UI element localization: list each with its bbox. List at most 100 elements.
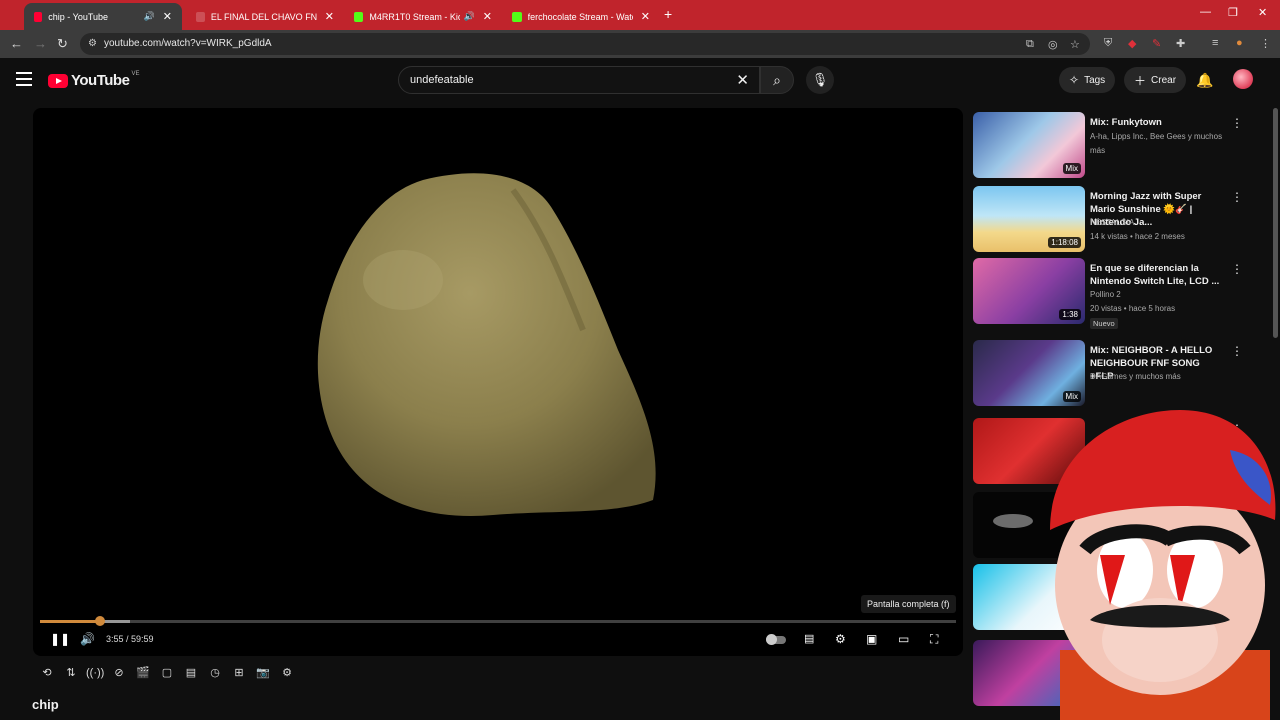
tab-close-icon[interactable]: ✕ (325, 10, 334, 23)
clapper-icon[interactable]: 🎬 (134, 664, 152, 682)
voice-search-button[interactable]: 🎙 (806, 66, 834, 94)
plus-icon: ＋ (1134, 73, 1147, 88)
youtube-favicon-icon (34, 11, 43, 22)
clear-search-icon[interactable]: ✕ (736, 71, 749, 89)
list-item[interactable]: Mix Mix: NEIGHBOR - A HELLO NEIGHBOUR FN… (973, 340, 1263, 406)
list-item[interactable]: 1:38 En que se diferencian la Nintendo S… (973, 258, 1263, 329)
video-player[interactable]: Pantalla completa (f) ❚❚ 🔊 3:55 / 59:59 … (33, 108, 963, 656)
tab-chip[interactable]: chip - YouTube 🔊 ✕ (24, 3, 182, 30)
cast-icon[interactable]: ⧉ (1026, 38, 1034, 51)
video-thumbnail[interactable]: Mix (973, 340, 1085, 406)
youtube-logo[interactable]: YouTube VE (48, 71, 139, 89)
tab-m4rr1t0[interactable]: M4RR1T0 Stream - Kick Da 🔊 ✕ (344, 3, 502, 30)
miniplayer-icon[interactable]: ▣ (866, 632, 877, 646)
minimize-icon[interactable]: — (1200, 6, 1211, 18)
more-options-icon[interactable]: ⋮ (1231, 116, 1243, 130)
sort-icon[interactable]: ⇅ (62, 664, 80, 682)
kick-favicon-icon (354, 11, 364, 22)
tab-chavo[interactable]: EL FINAL DEL CHAVO FNAF (Ch ✕ (186, 3, 344, 30)
search-box[interactable]: undefeatable ✕ (398, 66, 760, 94)
bookmark-star-icon[interactable]: ☆ (1070, 38, 1080, 51)
cinema-icon[interactable]: ▤ (182, 664, 200, 682)
channel-name[interactable]: NESTALGIA (1090, 216, 1134, 230)
volume-icon[interactable]: 🔊 (80, 632, 95, 646)
fullscreen-tooltip: Pantalla completa (f) (861, 595, 956, 613)
channel-name[interactable]: Pollino 2 (1090, 288, 1121, 302)
forward-icon[interactable]: → (34, 36, 47, 51)
close-window-icon[interactable]: ✕ (1258, 6, 1267, 19)
reload-icon[interactable]: ↻ (57, 36, 68, 52)
sidebar-scrollbar[interactable] (1273, 108, 1278, 338)
browser-menu-icon[interactable]: ⋮ (1260, 37, 1271, 50)
notifications-bell-icon[interactable]: 🔔 (1196, 72, 1213, 89)
tab-close-icon[interactable]: ✕ (163, 10, 172, 23)
channel-name[interactable]: DAGames y muchos más (1090, 370, 1181, 384)
tab-title: ferchocolate Stream - Watch Li (527, 11, 633, 22)
speaker-icon[interactable]: 🔊 (144, 11, 155, 22)
loop-icon[interactable]: ⟲ (38, 664, 56, 682)
new-badge: Nuevo (1090, 318, 1118, 329)
wand-icon: ✧ (1069, 73, 1080, 87)
video-stats: 14 k vistas • hace 2 meses (1090, 232, 1185, 241)
toolbar-settings-icon[interactable]: ⚙ (278, 664, 296, 682)
extension-pen-icon[interactable]: ✎ (1152, 37, 1161, 50)
list-item[interactable]: 1:18:08 Morning Jazz with Super Mario Su… (973, 186, 1263, 252)
address-bar-row: ← → ↻ ⚙ youtube.com/watch?v=WIRK_pGdldA … (0, 30, 1280, 58)
video-thumbnail[interactable]: 1:38 (973, 258, 1085, 324)
site-info-icon[interactable]: ⚙ (88, 38, 97, 49)
youtube-play-icon (48, 73, 68, 88)
more-options-icon[interactable]: ⋮ (1231, 344, 1243, 358)
pause-icon[interactable]: ❚❚ (50, 632, 70, 646)
search-icon: ⌕ (773, 72, 781, 88)
kick-favicon-icon (512, 11, 522, 22)
speed-gauge-icon[interactable]: ◷ (206, 664, 224, 682)
scrubber-handle[interactable] (94, 616, 105, 626)
video-thumbnail[interactable]: 1:18:08 (973, 186, 1085, 252)
tab-close-icon[interactable]: ✕ (641, 10, 650, 23)
search-input[interactable]: undefeatable (410, 74, 474, 86)
video-title: chip (32, 697, 59, 712)
progress-bar[interactable] (40, 616, 956, 626)
add-screen-icon[interactable]: ⊞ (230, 664, 248, 682)
subtitles-icon[interactable]: ▤ (804, 632, 814, 645)
audio-mode-icon[interactable]: ((·)) (86, 664, 104, 682)
media-control-icon[interactable]: ≡ (1212, 37, 1218, 49)
eye-off-icon[interactable]: ◎ (1048, 38, 1058, 51)
new-tab-icon[interactable]: + (664, 6, 672, 22)
omnibox[interactable]: ⚙ youtube.com/watch?v=WIRK_pGdldA ⧉ ◎ ☆ (80, 33, 1090, 55)
more-options-icon[interactable]: ⋮ (1231, 262, 1243, 276)
tags-button[interactable]: ✧ Tags (1059, 67, 1116, 93)
extension-red-icon[interactable]: ◆ (1128, 37, 1136, 50)
tab-title: EL FINAL DEL CHAVO FNAF (Ch (210, 11, 317, 22)
channel-name[interactable]: A-ha, Lipps Inc., Bee Gees y muchos más (1090, 130, 1230, 158)
shield-extension-icon[interactable]: ⛨ (1104, 37, 1112, 50)
logo-text: YouTube (71, 72, 130, 89)
url-text: youtube.com/watch?v=WIRK_pGdldA (104, 38, 272, 49)
video-title[interactable]: Mix: Funkytown (1090, 116, 1225, 129)
more-options-icon[interactable]: ⋮ (1231, 190, 1243, 204)
speaker-icon[interactable]: 🔊 (464, 11, 475, 22)
browser-tab-bar: chip - YouTube 🔊 ✕ EL FINAL DEL CHAVO FN… (0, 0, 1280, 30)
back-icon[interactable]: ← (10, 36, 23, 51)
profile-icon[interactable]: ● (1236, 37, 1243, 49)
block-video-icon[interactable]: ⊘ (110, 664, 128, 682)
list-item[interactable]: Mix Mix: Funkytown A-ha, Lipps Inc., Bee… (973, 112, 1263, 178)
tab-close-icon[interactable]: ✕ (483, 10, 492, 23)
autoplay-toggle[interactable] (766, 634, 786, 645)
video-title[interactable]: En que se diferencian la Nintendo Switch… (1090, 262, 1225, 288)
window-icon[interactable]: ▢ (158, 664, 176, 682)
tab-ferchocolate[interactable]: ferchocolate Stream - Watch Li ✕ (502, 3, 660, 30)
search-button[interactable]: ⌕ (760, 66, 794, 94)
hamburger-menu-icon[interactable] (16, 72, 32, 86)
avatar[interactable] (1233, 69, 1253, 89)
video-thumbnail[interactable]: Mix (973, 112, 1085, 178)
settings-gear-icon[interactable]: ⚙ (835, 632, 846, 646)
tab-title: M4RR1T0 Stream - Kick Da (369, 11, 459, 22)
create-button[interactable]: ＋ Crear (1124, 67, 1187, 93)
extensions-puzzle-icon[interactable]: ✚ (1176, 37, 1185, 50)
fullscreen-icon[interactable]: ⛶ (930, 632, 938, 647)
enhancer-toolbar: ⟲ ⇅ ((·)) ⊘ 🎬 ▢ ▤ ◷ ⊞ 📷 ⚙ (38, 664, 296, 684)
maximize-icon[interactable]: ❐ (1228, 6, 1238, 19)
screenshot-camera-icon[interactable]: 📷 (254, 664, 272, 682)
theater-mode-icon[interactable]: ▭ (898, 632, 909, 646)
